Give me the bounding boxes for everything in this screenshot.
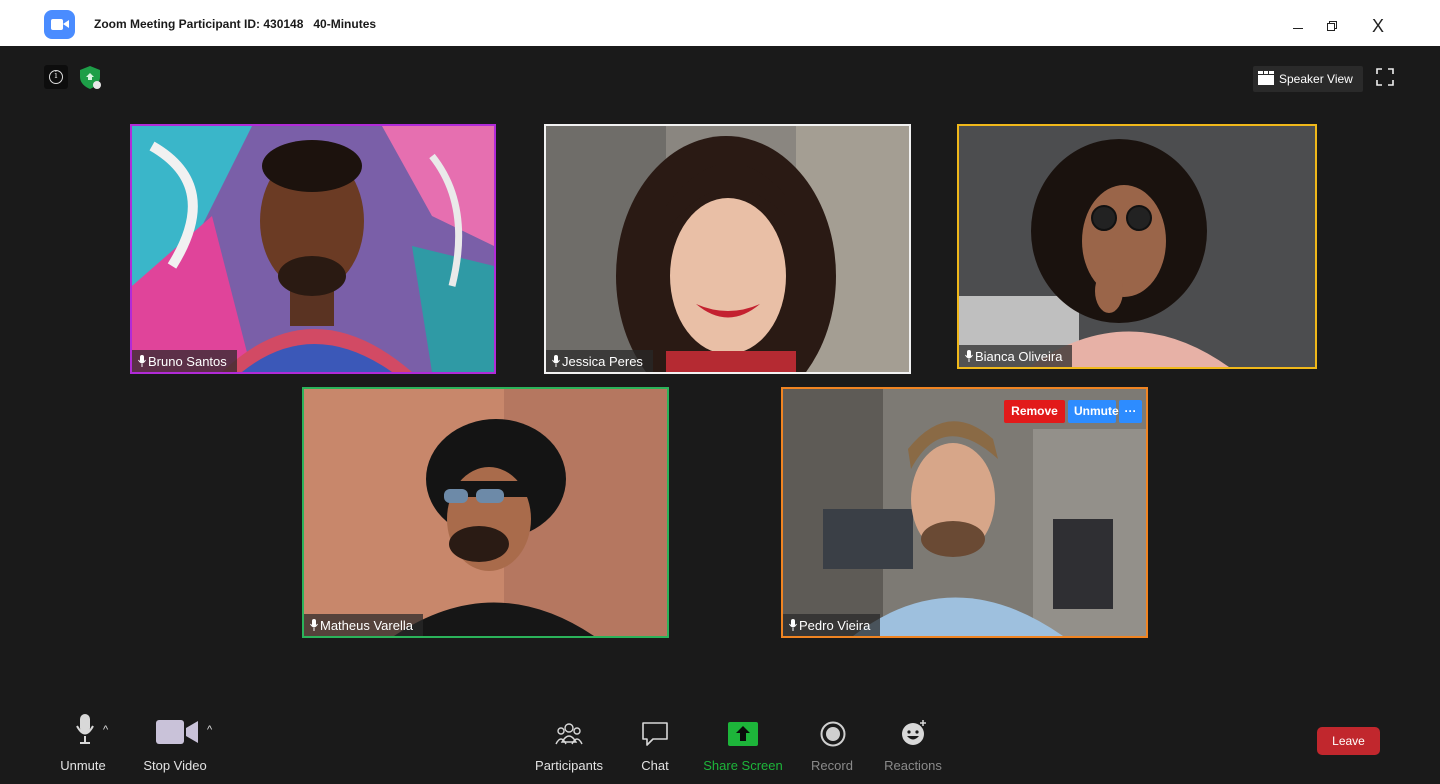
zoom-logo-icon: [44, 10, 75, 39]
reactions-button[interactable]: Reactions: [881, 714, 945, 774]
participant-video-feed: [546, 126, 909, 372]
record-label: Record: [811, 758, 853, 773]
participant-video-feed: [132, 126, 494, 372]
video-tile-pedro-vieira[interactable]: Remove Unmute ··· Pedro Vieira: [781, 387, 1148, 638]
video-camera-icon: [156, 720, 198, 744]
reactions-label: Reactions: [884, 758, 942, 773]
record-button[interactable]: Record: [807, 714, 857, 774]
window-title: Zoom Meeting Participant ID: 430148 40-M…: [94, 17, 377, 31]
participant-video-feed: [959, 126, 1315, 367]
participant-video-feed: [304, 389, 667, 636]
minimize-button[interactable]: [1286, 14, 1310, 38]
microphone-icon: [76, 714, 94, 744]
participants-button[interactable]: Participants: [531, 714, 607, 774]
video-tile-jessica-peres[interactable]: Jessica Peres: [544, 124, 911, 374]
stop-video-button[interactable]: Stop Video: [140, 714, 210, 774]
video-tile-bruno-santos[interactable]: Bruno Santos: [130, 124, 496, 374]
fullscreen-button[interactable]: [1376, 68, 1394, 86]
security-shield-icon[interactable]: [77, 65, 103, 91]
microphone-icon: [310, 619, 318, 631]
participant-name-tag: Matheus Varella: [304, 614, 423, 636]
participants-label: Participants: [535, 758, 603, 773]
unmute-label: Unmute: [60, 758, 106, 773]
microphone-icon: [552, 355, 560, 367]
participant-actions: Remove Unmute ···: [1004, 400, 1142, 423]
reaction-emoji-icon: [902, 720, 926, 745]
leave-meeting-button[interactable]: Leave: [1317, 727, 1380, 755]
participant-name: Jessica Peres: [562, 353, 643, 369]
record-icon: [820, 721, 846, 747]
video-options-caret[interactable]: ^: [207, 724, 212, 736]
speaker-view-button[interactable]: Speaker View: [1253, 66, 1363, 92]
video-tile-matheus-varella[interactable]: Matheus Varella: [302, 387, 669, 638]
more-options-button[interactable]: ···: [1119, 400, 1142, 423]
participant-name-tag: Bruno Santos: [132, 350, 237, 372]
share-screen-label: Share Screen: [703, 758, 783, 773]
title-bar: Zoom Meeting Participant ID: 430148 40-M…: [0, 0, 1440, 46]
microphone-icon: [138, 355, 146, 367]
participant-video-feed: [783, 389, 1146, 636]
meeting-info-button[interactable]: i: [44, 65, 68, 89]
share-screen-icon: [728, 722, 758, 746]
participant-name: Bianca Oliveira: [975, 348, 1063, 364]
chat-bubble-icon: [642, 722, 668, 746]
participant-name-tag: Jessica Peres: [546, 350, 653, 372]
fullscreen-icon: [1376, 68, 1394, 86]
microphone-icon: [965, 350, 973, 362]
participant-name: Pedro Vieira: [799, 617, 871, 633]
stop-video-label: Stop Video: [143, 758, 207, 773]
share-screen-button[interactable]: Share Screen: [702, 714, 784, 774]
restore-button[interactable]: [1320, 14, 1344, 38]
audio-options-caret[interactable]: ^: [103, 724, 108, 736]
remove-participant-button[interactable]: Remove: [1004, 400, 1065, 423]
info-icon: i: [49, 70, 63, 84]
participants-icon: [555, 723, 583, 745]
microphone-icon: [789, 619, 797, 631]
participant-name: Bruno Santos: [148, 353, 227, 369]
participant-name-tag: Bianca Oliveira: [959, 345, 1073, 367]
unmute-button[interactable]: Unmute: [58, 714, 108, 774]
participant-name-tag: Pedro Vieira: [783, 614, 881, 636]
gallery-grid-icon: [1258, 71, 1274, 85]
unmute-participant-button[interactable]: Unmute: [1068, 400, 1119, 423]
chat-button[interactable]: Chat: [630, 714, 680, 774]
speaker-view-label: Speaker View: [1279, 72, 1353, 86]
chat-label: Chat: [641, 758, 669, 773]
video-tile-bianca-oliveira[interactable]: Bianca Oliveira: [957, 124, 1317, 369]
participant-name: Matheus Varella: [320, 617, 413, 633]
close-button[interactable]: X: [1366, 14, 1390, 38]
